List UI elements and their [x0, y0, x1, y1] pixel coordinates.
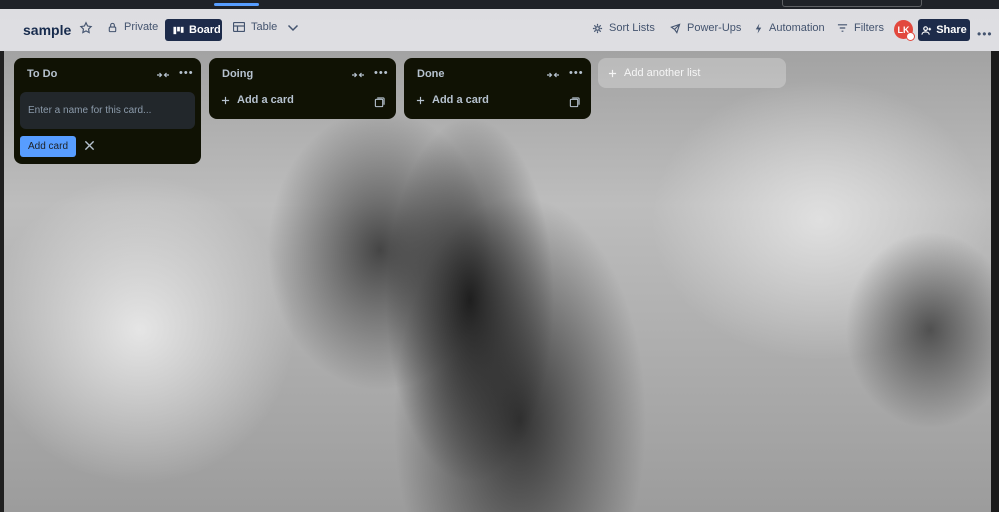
add-card-label: Add a card	[432, 94, 489, 106]
filters-button[interactable]: Filters	[837, 22, 884, 34]
collapse-icon[interactable]	[546, 70, 560, 80]
template-icon[interactable]	[374, 97, 385, 108]
board-view-label: Board	[189, 24, 221, 36]
table-view-label: Table	[251, 21, 278, 33]
list-done: Done ••• Add a card	[404, 58, 591, 119]
collapse-icon[interactable]	[351, 70, 365, 80]
list-menu-icon[interactable]: •••	[374, 67, 389, 79]
list-doing: Doing ••• Add a card	[209, 58, 396, 119]
add-card-label: Add a card	[237, 94, 294, 106]
list-title[interactable]: Doing	[222, 68, 253, 80]
automation-button[interactable]: Automation	[754, 22, 825, 34]
close-icon[interactable]	[84, 140, 95, 151]
board-title[interactable]: sample	[23, 22, 71, 38]
board-header: sample Private Board Table Sort Lists Po…	[0, 9, 999, 51]
automation-label: Automation	[769, 22, 825, 34]
list-title[interactable]: Done	[417, 68, 445, 80]
plus-icon	[221, 96, 230, 104]
add-list-button[interactable]: Add another list	[598, 58, 786, 88]
lock-icon	[108, 22, 117, 32]
power-ups-label: Power-Ups	[687, 22, 742, 34]
sort-lists-label: Sort Lists	[609, 22, 655, 34]
board-menu-icon[interactable]: •••	[977, 27, 993, 41]
top-navigation-strip	[0, 0, 999, 9]
list-to-do: To Do ••• Add card	[14, 58, 201, 164]
search-box-edge[interactable]	[782, 0, 922, 7]
add-list-label: Add another list	[624, 67, 701, 79]
collapse-icon[interactable]	[156, 70, 170, 80]
star-icon[interactable]	[79, 21, 93, 35]
window-edge-left	[0, 51, 4, 512]
list-menu-icon[interactable]: •••	[569, 67, 584, 79]
board-view-button[interactable]: Board	[165, 19, 222, 41]
power-ups-button[interactable]: Power-Ups	[670, 22, 741, 34]
avatar[interactable]: LK	[894, 20, 915, 41]
window-edge-right	[991, 51, 999, 512]
table-view-button[interactable]: Table	[233, 21, 277, 33]
board-icon	[173, 26, 184, 34]
share-button[interactable]: Share	[918, 19, 970, 41]
chevron-down-icon[interactable]	[287, 23, 299, 33]
add-card-button[interactable]: Add a card	[221, 94, 294, 106]
visibility-button[interactable]: Private	[107, 21, 158, 33]
admin-badge-icon	[906, 32, 915, 41]
lightning-icon	[755, 22, 762, 34]
list-menu-icon[interactable]: •••	[179, 67, 194, 79]
filters-label: Filters	[854, 22, 884, 34]
add-card-submit-button[interactable]: Add card	[20, 136, 76, 157]
add-card-button[interactable]: Add a card	[416, 94, 489, 106]
plus-icon	[416, 96, 425, 104]
plus-icon	[608, 69, 617, 77]
template-icon[interactable]	[569, 97, 580, 108]
gear-icon	[592, 23, 603, 33]
sort-lists-button[interactable]: Sort Lists	[592, 22, 655, 34]
card-name-input[interactable]	[20, 92, 195, 129]
share-label: Share	[936, 24, 967, 36]
rocket-icon	[670, 23, 681, 34]
visibility-label: Private	[124, 21, 159, 33]
table-icon	[233, 22, 245, 32]
filter-icon	[837, 24, 848, 32]
add-user-icon	[921, 25, 932, 35]
active-tab-indicator	[214, 3, 259, 6]
list-title[interactable]: To Do	[27, 68, 57, 80]
